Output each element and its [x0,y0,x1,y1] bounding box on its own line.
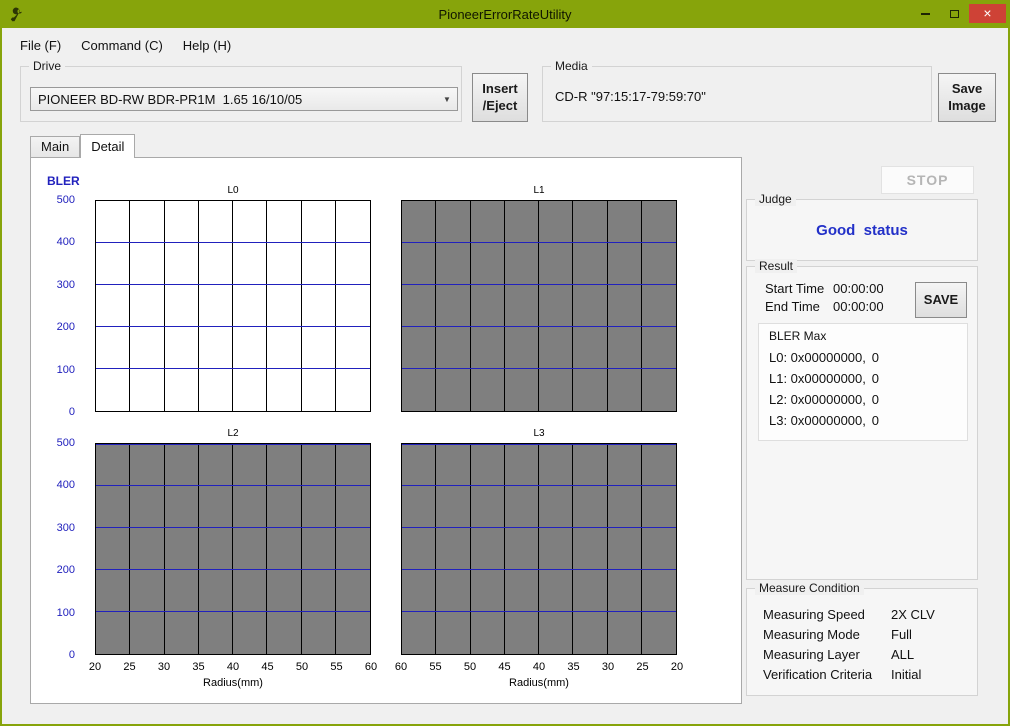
drive-select[interactable]: PIONEER BD-RW BDR-PR1M 1.65 16/10/05 ▼ [30,87,458,111]
drive-selected-value: PIONEER BD-RW BDR-PR1M 1.65 16/10/05 [31,92,437,107]
media-group: Media CD-R "97:15:17-79:59:70" [542,66,932,122]
measuring-speed-value: 2X CLV [891,607,935,622]
chart-title-l2: L2 [95,428,371,439]
save-image-label-line2: Image [948,98,986,114]
chart-title-l1: L1 [401,185,677,196]
y-axis-ticks-row1: 5004003002001000 [37,200,75,412]
menu-command[interactable]: Command (C) [71,34,173,57]
insert-eject-label-line1: Insert [482,81,517,97]
start-time-value: 00:00:00 [833,281,884,296]
chart-title-l0: L0 [95,185,371,196]
judge-group: Judge Good status [746,199,978,261]
app-window: PioneerErrorRateUtility × File (F) Comma… [0,0,1010,726]
x-axis-label-l3: Radius(mm) [401,677,677,689]
x-axis-ticks-l3: 605550454035302520 [401,661,677,673]
chart-title-l3: L3 [401,428,677,439]
window-title: PioneerErrorRateUtility [2,7,1008,22]
bler-max-l1-label: L1: 0x00000000, [769,371,866,386]
menu-bar: File (F) Command (C) Help (H) [10,31,241,59]
minimize-button[interactable] [911,4,940,23]
bler-max-l1-value: 0 [872,371,879,386]
drive-group-label: Drive [29,59,65,73]
bler-max-l2-value: 0 [872,392,879,407]
chevron-down-icon: ▼ [437,95,457,104]
stop-button[interactable]: STOP [881,166,974,194]
bler-axis-label: BLER [47,174,80,188]
save-image-label-line1: Save [952,81,982,97]
chart-l0 [95,200,371,412]
chart-l2 [95,443,371,655]
bler-max-l3-value: 0 [872,413,879,428]
measuring-mode-value: Full [891,627,912,642]
chart-l3 [401,443,677,655]
y-axis-ticks-row2: 5004003002001000 [37,443,75,655]
tab-strip: Main Detail [30,134,135,158]
measuring-layer-value: ALL [891,647,914,662]
title-bar: PioneerErrorRateUtility × [2,2,1008,28]
tab-detail[interactable]: Detail [80,134,135,158]
bler-max-label: BLER Max [769,329,826,343]
result-group: Result Start Time 00:00:00 End Time 00:0… [746,266,978,580]
verification-criteria-label: Verification Criteria [763,667,872,682]
close-button[interactable]: × [969,4,1006,23]
save-button[interactable]: SAVE [915,282,967,318]
measure-condition-group: Measure Condition Measuring Speed 2X CLV… [746,588,978,696]
maximize-icon [950,10,959,18]
drive-group: Drive PIONEER BD-RW BDR-PR1M 1.65 16/10/… [20,66,462,122]
media-group-label: Media [551,59,592,73]
bler-max-l0-label: L0: 0x00000000, [769,350,866,365]
end-time-value: 00:00:00 [833,299,884,314]
chart-l1 [401,200,677,412]
insert-eject-button[interactable]: Insert /Eject [472,73,528,122]
bler-max-l0-value: 0 [872,350,879,365]
measuring-layer-label: Measuring Layer [763,647,860,662]
measuring-mode-label: Measuring Mode [763,627,860,642]
bler-max-l3-label: L3: 0x00000000, [769,413,866,428]
bler-max-box: BLER Max L0: 0x00000000, 0 L1: 0x0000000… [758,323,968,441]
menu-file[interactable]: File (F) [10,34,71,57]
measuring-speed-label: Measuring Speed [763,607,865,622]
insert-eject-label-line2: /Eject [483,98,518,114]
measure-condition-label: Measure Condition [755,581,864,595]
end-time-label: End Time [765,299,820,314]
minimize-icon [921,13,930,15]
detail-tab-page: BLER L0 L1 L2 L3 5004003002001000 500400… [30,157,742,704]
bler-max-l2-label: L2: 0x00000000, [769,392,866,407]
start-time-label: Start Time [765,281,824,296]
close-icon: × [983,5,991,22]
x-axis-label-l2: Radius(mm) [95,677,371,689]
tab-main[interactable]: Main [30,136,80,157]
x-axis-ticks-l2: 202530354045505560 [95,661,371,673]
result-group-label: Result [755,259,797,273]
media-value: CD-R "97:15:17-79:59:70" [555,89,706,104]
menu-help[interactable]: Help (H) [173,34,241,57]
verification-criteria-value: Initial [891,667,921,682]
save-image-button[interactable]: Save Image [938,73,996,122]
maximize-button[interactable] [940,4,969,23]
judge-group-label: Judge [755,192,796,206]
caption-buttons: × [911,4,1006,23]
judge-status-text: Good status [747,222,977,239]
